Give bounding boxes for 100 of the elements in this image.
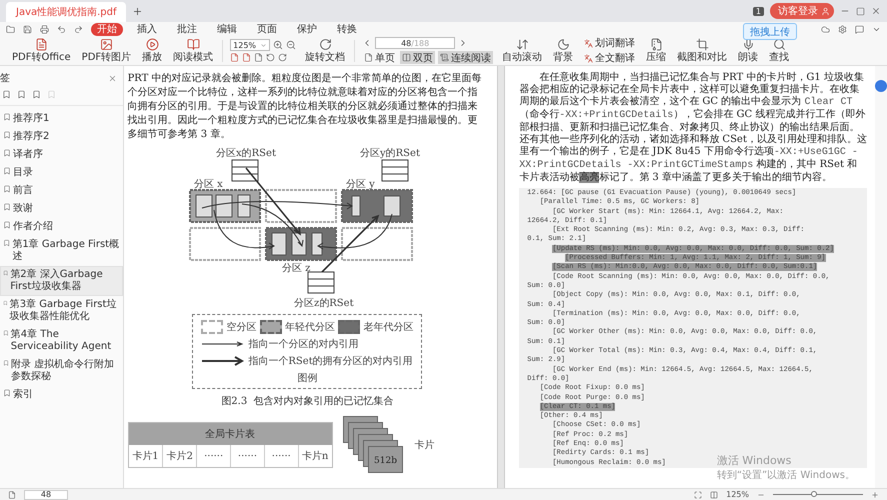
columns-icon bbox=[710, 490, 718, 498]
arrow-icon bbox=[201, 339, 246, 349]
card-label: 卡片 bbox=[414, 438, 435, 452]
microphone-icon bbox=[742, 38, 755, 50]
figure-caption: 图2.3 包含对内对象引用的已记忆集合 bbox=[221, 394, 394, 408]
young-region-swatch bbox=[260, 320, 282, 334]
toolbar-button[interactable]: 自动滚动 bbox=[500, 38, 544, 64]
sidebar-title: 签 bbox=[0, 72, 10, 85]
bookmark-icon bbox=[3, 221, 11, 229]
comment-icon bbox=[855, 24, 864, 34]
close-icon bbox=[871, 6, 881, 16]
legend-label: 空分区 bbox=[226, 320, 256, 334]
moon-icon bbox=[556, 38, 570, 50]
bookmark-item[interactable]: 索引 bbox=[0, 386, 123, 404]
ribbon-tab[interactable]: 批注 bbox=[171, 22, 203, 36]
upload-button[interactable]: 拖拽上传 bbox=[743, 23, 797, 40]
region-label: 分区 z bbox=[282, 263, 311, 274]
view-mode-button[interactable]: 双页 bbox=[400, 51, 436, 64]
bookmark-item[interactable]: 第2章 深入Garbage First垃圾收集器 bbox=[0, 266, 123, 296]
thick-arrow-icon bbox=[201, 356, 246, 366]
toolbar-button[interactable]: 截图和对比 bbox=[675, 38, 730, 64]
bookmark-icon bbox=[3, 113, 11, 121]
old-region-swatch bbox=[338, 320, 360, 334]
card-table-cell: ······ bbox=[196, 445, 230, 467]
bookmark-icon bbox=[3, 239, 10, 247]
activation-title: 激活 Windows bbox=[716, 453, 792, 468]
card-table-cell: ······ bbox=[264, 445, 298, 467]
bookmark-icon bbox=[3, 329, 9, 337]
cloud-icon bbox=[821, 24, 830, 34]
bookmark-item[interactable]: 译者序 bbox=[0, 146, 123, 164]
translate-icon bbox=[584, 38, 594, 48]
bookmark-item[interactable]: 第1章 Garbage First概述 bbox=[0, 236, 123, 266]
play-icon bbox=[146, 38, 159, 50]
fit-icon bbox=[694, 490, 702, 498]
bookmark-icon bbox=[3, 389, 11, 397]
bookmark-item[interactable]: 致谢 bbox=[0, 200, 123, 218]
bookmark-icon bbox=[3, 299, 8, 307]
assistant-icon[interactable] bbox=[875, 80, 887, 92]
bookmark-item[interactable]: 附录 虚拟机命令行附加参数探秘 bbox=[0, 356, 123, 386]
bookmark-item[interactable]: 第3章 Garbage First垃圾收集器性能优化 bbox=[0, 296, 123, 326]
rset-label: 分区y的RSet bbox=[360, 148, 420, 159]
toolbar-button[interactable]: 查找 bbox=[767, 38, 792, 64]
zoom-in-icon bbox=[273, 40, 284, 50]
ribbon-tab[interactable]: 页面 bbox=[251, 22, 283, 36]
ribbon-tab[interactable]: 保护 bbox=[291, 22, 323, 36]
toolbar-button[interactable]: 压缩 bbox=[644, 38, 668, 64]
window-count-badge: 1 bbox=[752, 6, 764, 16]
search-icon bbox=[772, 38, 786, 50]
bookmark-item[interactable]: 推荐序1 bbox=[0, 110, 123, 128]
legend-title: 图例 bbox=[297, 372, 318, 385]
toolbar-button[interactable]: 全文翻译 bbox=[582, 52, 638, 64]
toolbar-button[interactable]: 阅读模式 bbox=[171, 38, 216, 64]
login-button[interactable]: 访客登录 bbox=[770, 3, 834, 19]
image-icon bbox=[100, 38, 113, 50]
page-icon bbox=[230, 53, 240, 62]
activation-subtitle: 转到“设置”以激活 Windows。 bbox=[716, 468, 855, 482]
undo-icon bbox=[57, 24, 66, 34]
bookmark-icon bbox=[3, 167, 11, 175]
toolbar-button[interactable]: 背景 bbox=[551, 38, 576, 64]
print-icon bbox=[40, 24, 49, 34]
toolbar-button[interactable]: PDF转图片 bbox=[80, 38, 134, 64]
document-tab[interactable]: Java性能调优指南.pdf bbox=[6, 2, 126, 22]
translate-icon bbox=[584, 54, 594, 62]
toolbar-button[interactable]: PDF转Office bbox=[10, 38, 73, 64]
archive-icon bbox=[650, 38, 663, 50]
card-table-header: 全局卡片表 bbox=[128, 423, 332, 445]
bookmark-icon bbox=[3, 269, 8, 277]
settings-icon bbox=[838, 24, 847, 34]
view-mode-button[interactable]: 单页 bbox=[362, 51, 398, 64]
ribbon-tab[interactable]: 开始 bbox=[91, 22, 123, 36]
zoom-in-icon bbox=[871, 490, 879, 498]
toolbar-button[interactable]: 朗读 bbox=[736, 38, 760, 64]
bookmark-item[interactable]: 前言 bbox=[0, 182, 123, 200]
bookmark-icon bbox=[3, 185, 11, 193]
zoom-out-icon bbox=[286, 40, 296, 50]
bookmark-item[interactable]: 推荐序2 bbox=[0, 128, 123, 146]
bookmark-item[interactable]: 目录 bbox=[0, 164, 123, 182]
ribbon-tab[interactable]: 插入 bbox=[131, 22, 163, 36]
bookmark-icon bbox=[3, 359, 10, 367]
book-icon bbox=[186, 38, 200, 50]
bookmark-item[interactable]: 第4章 The Serviceability Agent bbox=[0, 326, 123, 356]
page-number-field[interactable]: 48/188 bbox=[375, 37, 456, 49]
zoom-field[interactable]: 125% bbox=[230, 39, 270, 51]
rset-label: 分区x的RSet bbox=[216, 148, 276, 159]
rotate-right-icon bbox=[278, 53, 288, 62]
toolbar-button[interactable]: 旋转文档 bbox=[303, 38, 348, 64]
bookmark-item[interactable]: 作者介绍 bbox=[0, 218, 123, 236]
bookmark-icon bbox=[3, 131, 11, 139]
toolbar-button[interactable]: 划词翻译 bbox=[582, 36, 638, 50]
crop-icon bbox=[696, 38, 709, 50]
page-icon bbox=[364, 53, 374, 62]
chevron-down-icon bbox=[260, 42, 268, 48]
toolbar-button[interactable]: 播放 bbox=[140, 38, 164, 64]
ribbon-tab[interactable]: 转换 bbox=[331, 22, 363, 36]
view-mode-button[interactable]: 连续阅读 bbox=[438, 51, 494, 64]
folder-icon bbox=[6, 24, 15, 34]
page-field[interactable]: 48 bbox=[24, 490, 68, 500]
document-icon bbox=[34, 38, 48, 50]
ribbon-tab[interactable]: 编辑 bbox=[211, 22, 243, 36]
page-icon bbox=[242, 53, 252, 62]
